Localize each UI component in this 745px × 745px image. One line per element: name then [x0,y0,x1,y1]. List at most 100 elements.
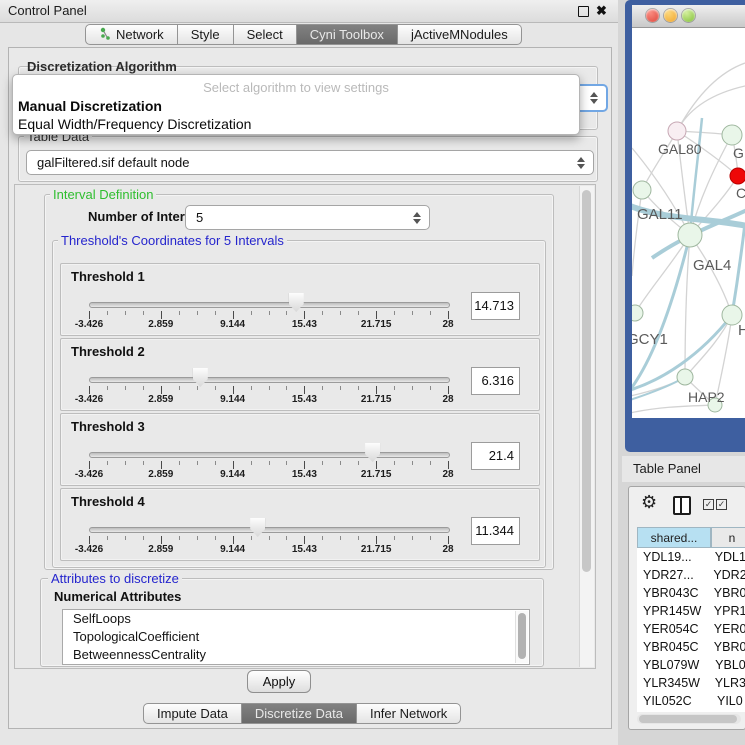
threshold-value-field[interactable]: 21.4 [471,442,520,470]
network-node-GAL4[interactable] [678,223,702,247]
table-hscrollbar-thumb[interactable] [639,715,737,723]
tick-mark [197,311,198,315]
table-cell: YBR045C [637,640,714,654]
tick-label: 9.144 [220,394,245,405]
network-window-titlebar[interactable] [632,5,745,28]
table-row[interactable]: YBL079WYBL0 [637,656,745,674]
network-node-node-red[interactable] [730,168,745,184]
attributes-scrollbar[interactable] [515,611,528,663]
attribute-list-item[interactable]: SelfLoops [63,610,529,628]
table-panel-title: Table Panel [633,456,701,482]
tab-label: Network [116,27,164,42]
dropdown-option[interactable]: Equal Width/Frequency Discretization [18,116,251,132]
tab-network[interactable]: Network [85,24,178,45]
table-cell: YIL052C [637,694,717,708]
table-cell: YBL0 [715,658,745,672]
tick-mark [412,536,413,540]
table-row[interactable]: YBR043CYBR0 [637,584,745,602]
tick-mark [143,311,144,315]
network-node-label: H [738,322,745,339]
tick-mark [448,536,449,544]
number-of-intervals-combobox[interactable]: 5 [185,205,430,230]
threshold-value-field[interactable]: 11.344 [471,517,520,545]
table-row[interactable]: YIL052CYIL0 [637,692,745,710]
table-column-header[interactable]: shared... [637,527,711,548]
dropdown-option[interactable]: Manual Discretization [18,98,162,114]
table-row[interactable]: YLR345WYLR3 [637,674,745,692]
zoom-traffic-light-icon[interactable] [682,9,695,22]
tab-discretize-data[interactable]: Discretize Data [242,703,357,724]
threshold-value-field[interactable]: 6.316 [471,367,520,395]
threshold-slider-track[interactable] [89,302,450,308]
network-node-label: GAL4 [693,257,731,274]
tick-label: 2.859 [148,394,173,405]
threshold-label: Threshold 1 [71,269,145,284]
attributes-group-title: Attributes to discretize [48,571,182,586]
table-row[interactable]: YBR045CYBR0 [637,638,745,656]
threshold-slider-thumb[interactable] [193,368,208,387]
columns-icon[interactable] [673,496,691,515]
tick-label: 28 [442,544,453,555]
threshold-slider-track[interactable] [89,527,450,533]
tick-label: -3.426 [75,394,103,405]
threshold-label: Threshold 4 [71,494,145,509]
tab-cyni-toolbox[interactable]: Cyni Toolbox [297,24,398,45]
tick-mark [89,536,90,544]
network-node-GAL11[interactable] [633,181,651,199]
table-row[interactable]: YDR27...YDR2 [637,566,745,584]
tab-style[interactable]: Style [178,24,234,45]
network-canvas[interactable]: GAL80GCGAL11GAL4GCY1HHAP2 [632,28,745,418]
network-node-GAL80[interactable] [668,122,686,140]
network-node-node-top-right[interactable] [722,125,742,145]
table-column-header[interactable]: n [711,527,745,548]
interval-definition-title: Interval Definition [50,187,156,202]
float-window-icon[interactable] [578,6,589,17]
apply-button[interactable]: Apply [247,670,311,693]
combo-arrows-icon [590,92,598,104]
tick-mark [358,461,359,465]
tab-impute-data[interactable]: Impute Data [143,703,242,724]
tick-mark [286,461,287,465]
attributes-scrollbar-thumb[interactable] [518,613,526,659]
tab-select[interactable]: Select [234,24,297,45]
gear-icon[interactable]: ⚙ [641,492,657,513]
tab-label: jActiveMNodules [411,27,508,42]
tick-mark [143,536,144,540]
table-row[interactable]: YDL19...YDL1 [637,548,745,566]
tick-mark [251,461,252,465]
tick-label: -3.426 [75,469,103,480]
table-row[interactable]: YER054CYER0 [637,620,745,638]
threshold-slider-thumb[interactable] [365,443,380,462]
numerical-attributes-list[interactable]: SelfLoopsTopologicalCoefficientBetweenne… [62,609,530,665]
viewport-scrollbar[interactable] [579,186,594,667]
viewport-scrollbar-thumb[interactable] [582,190,591,572]
tab-jactivemnodules[interactable]: jActiveMNodules [398,24,522,45]
threshold-value-field[interactable]: 14.713 [471,292,520,320]
tick-mark [107,461,108,465]
close-traffic-light-icon[interactable] [646,9,659,22]
minimize-traffic-light-icon[interactable] [664,9,677,22]
table-data-combobox[interactable]: galFiltered.sif default node [26,150,594,175]
threshold-slider-thumb[interactable] [250,518,265,537]
bottom-tab-bar: Impute DataDiscretize DataInfer Network [143,703,461,724]
threshold-slider-thumb[interactable] [289,293,304,312]
tick-label: 28 [442,319,453,330]
control-panel: Control Panel ✖ NetworkStyleSelectCyni T… [0,0,618,745]
tick-label: 28 [442,394,453,405]
tick-label: 9.144 [220,469,245,480]
network-node-GCY1[interactable] [632,305,643,321]
threshold-slider-track[interactable] [89,377,450,383]
tab-infer-network[interactable]: Infer Network [357,703,461,724]
table-horizontal-scrollbar[interactable] [637,714,741,724]
checkbox-icon[interactable]: ✓ [703,499,714,510]
checkbox-icon[interactable]: ✓ [716,499,727,510]
threshold-slider-track[interactable] [89,452,450,458]
tick-label: 15.43 [292,394,317,405]
attribute-list-item[interactable]: TopologicalCoefficient [63,628,529,646]
table-cell: YPR145W [637,604,714,618]
table-row[interactable]: YPR145WYPR1 [637,602,745,620]
close-icon[interactable]: ✖ [596,0,607,22]
network-node-HAP2[interactable] [677,369,693,385]
network-node-label: C [736,185,745,201]
attribute-list-item[interactable]: BetweennessCentrality [63,646,529,664]
